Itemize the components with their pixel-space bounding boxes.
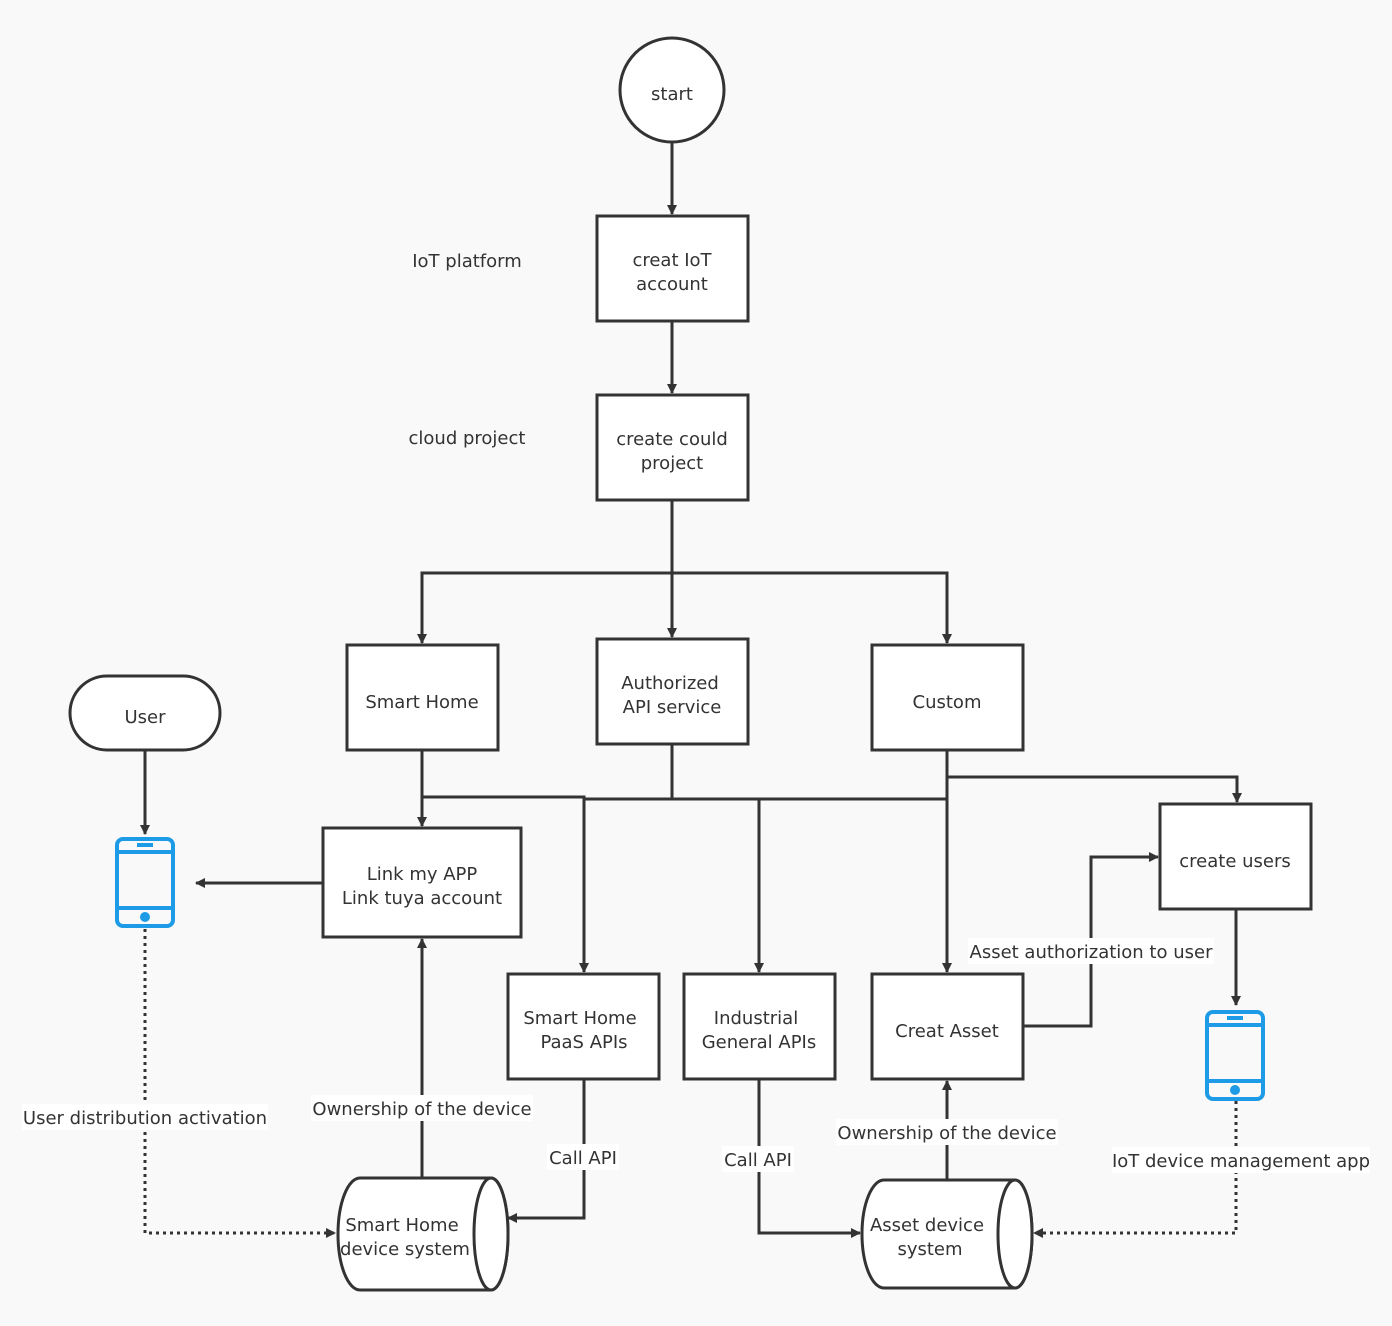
node-asset-device-system: Asset device system [860,1178,1034,1290]
mobile-phone-icon [115,837,175,928]
label-line: PaaS APIs [540,1032,627,1053]
node-link-app: Link my APP Link tuya account [321,826,523,939]
edge-label-ownership-left: Ownership of the device [312,1099,531,1120]
label-line: creat IoT [632,250,712,271]
node-create-users: create users [1158,802,1313,911]
label-line: Industrial [714,1008,798,1029]
node-create-cloud-project: create could project [595,393,750,502]
label-line: Link my APP [367,864,478,885]
edge-label-user-distribution: User distribution activation [23,1108,267,1129]
label-line: Smart Home [345,1215,458,1236]
mobile-phone-icon [1205,1010,1265,1101]
label-line: create users [1179,851,1291,872]
node-start: start [618,36,726,144]
label-line: account [636,274,708,295]
node-custom: Custom [870,643,1025,752]
edge-bus [422,795,947,801]
edge-phone-to-sh-system [143,929,336,1238]
node-creat-iot-account: creat IoT account [595,214,750,323]
label-line: Authorized [621,673,719,694]
node-smart-home-paas-apis: Smart Home PaaS APIs [506,972,661,1081]
label-line: Link tuya account [342,888,502,909]
edge-project-to-custom [672,571,952,644]
label-line: Creat Asset [895,1021,999,1042]
label-line: User [124,707,166,728]
lane-label-iot-platform: IoT platform [412,251,522,272]
edge-label-asset-authorization: Asset authorization to user [970,942,1214,963]
node-user: User [68,674,222,752]
lane-label-cloud-project: cloud project [409,428,526,449]
node-industrial-general-apis: Industrial General APIs [682,972,837,1081]
label-line: create could [616,429,728,450]
label-line: Smart Home [523,1008,636,1029]
edge-label-call-api-left: Call API [549,1148,617,1169]
edge-label-ownership-right: Ownership of the device [837,1123,1056,1144]
node-start-label: start [651,84,693,105]
flowchart: marker path{} start creat IoT account cr… [22,36,1370,1292]
node-smart-home-device-system: Smart Home device system [336,1176,510,1292]
edge-custom-to-users [947,775,1242,803]
label-line: device system [340,1239,470,1260]
node-authorized-api-service: Authorized API service [595,637,750,746]
label-line: Asset device [870,1215,984,1236]
edge-project-to-smart-home [417,571,672,644]
label-line: API service [623,697,722,718]
label-line: project [641,453,703,474]
node-creat-asset: Creat Asset [870,972,1025,1081]
edge-label-iot-management-app: IoT device management app [1112,1151,1370,1172]
label-line: Smart Home [365,692,478,713]
label-line: system [897,1239,962,1260]
edge-label-call-api-right: Call API [724,1150,792,1171]
label-line: Custom [913,692,982,713]
label-line: General APIs [702,1032,817,1053]
node-smart-home: Smart Home [345,643,500,752]
